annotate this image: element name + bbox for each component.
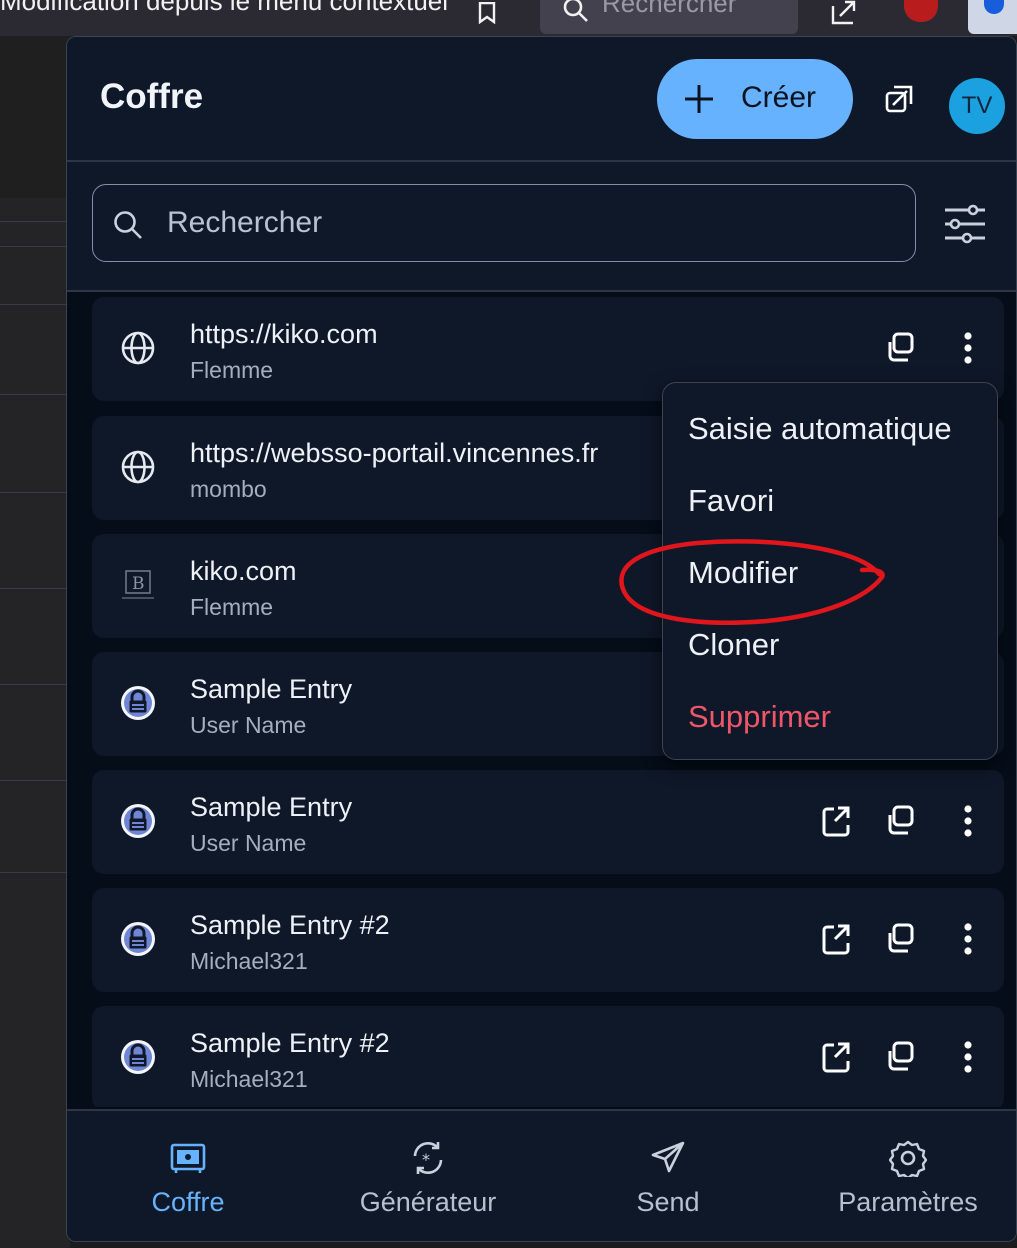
copy-icon[interactable]: [884, 330, 916, 366]
more-icon[interactable]: [952, 1039, 984, 1075]
item-subtitle: Flemme: [190, 594, 274, 620]
list-item[interactable]: Sample Entry #2 Michael321: [92, 1006, 1004, 1107]
item-title: Sample Entry #2: [190, 910, 390, 940]
tab-label: Send: [636, 1187, 700, 1217]
background-divider: [0, 684, 70, 685]
create-button[interactable]: Créer: [657, 59, 853, 139]
plus-icon: [685, 85, 713, 113]
vault-popup: Coffre Créer TV Rechercher https://kiko.…: [66, 36, 1017, 1242]
tab-send[interactable]: Send: [549, 1111, 787, 1241]
background-divider: [0, 492, 70, 493]
tab-label: Coffre: [151, 1187, 225, 1217]
browser-search-field[interactable]: Rechercher: [540, 0, 798, 34]
bookmark-icon[interactable]: [478, 2, 496, 24]
launch-icon[interactable]: [820, 921, 852, 957]
tab-label: Paramètres: [838, 1187, 978, 1217]
more-icon[interactable]: [952, 803, 984, 839]
extension-shield-icon[interactable]: [904, 0, 938, 22]
browser-toolbar: Modification depuis le menu contextuel R…: [0, 0, 1017, 36]
background-divider: [0, 246, 70, 247]
send-icon: [651, 1141, 685, 1173]
item-subtitle: Michael321: [190, 948, 308, 974]
item-subtitle: User Name: [190, 712, 307, 738]
generator-icon: *: [413, 1142, 443, 1174]
bottom-nav: Coffre * Générateur Send Paramètres: [67, 1109, 1016, 1241]
background-divider: [0, 221, 70, 222]
launch-icon[interactable]: [820, 1039, 852, 1075]
browser-search-placeholder: Rechercher: [602, 0, 737, 18]
menu-item-autofill[interactable]: Saisie automatique: [688, 411, 952, 447]
tab-settings[interactable]: Paramètres: [789, 1111, 1016, 1241]
gear-icon: [889, 1140, 927, 1177]
tab-label: Générateur: [359, 1187, 497, 1217]
background-divider: [0, 394, 70, 395]
site-favicon-icon: B: [122, 570, 154, 599]
list-item[interactable]: Sample Entry #2 Michael321: [92, 888, 1004, 992]
page-title: Coffre: [100, 77, 204, 116]
item-subtitle: mombo: [190, 476, 267, 502]
filter-icon[interactable]: [943, 204, 987, 244]
popout-icon[interactable]: [885, 85, 913, 113]
tab-generator[interactable]: * Générateur: [309, 1111, 547, 1241]
background-page-toolbar: [0, 36, 70, 198]
keepass-lock-icon: [121, 922, 155, 956]
search-bar: [67, 162, 1016, 292]
copy-icon[interactable]: [884, 1039, 916, 1075]
search-input[interactable]: [165, 199, 889, 247]
item-title: Sample Entry: [190, 674, 353, 704]
item-title: Sample Entry: [190, 792, 353, 822]
list-item[interactable]: Sample Entry User Name: [92, 770, 1004, 874]
keepass-lock-icon: [121, 1040, 155, 1074]
globe-icon: [121, 450, 155, 484]
share-icon[interactable]: [830, 0, 858, 26]
globe-icon: [121, 331, 155, 365]
item-subtitle: User Name: [190, 830, 307, 856]
more-icon[interactable]: [952, 921, 984, 957]
create-button-label: Créer: [741, 81, 817, 114]
item-title: https://kiko.com: [190, 319, 378, 349]
item-context-menu: Saisie automatique Favori Modifier Clone…: [662, 382, 998, 760]
browser-cut-text: Modification depuis le menu contextuel: [0, 0, 449, 16]
search-icon: [114, 211, 142, 239]
menu-item-delete[interactable]: Supprimer: [688, 699, 831, 735]
bitwarden-extension-icon[interactable]: [968, 0, 1017, 34]
copy-icon[interactable]: [884, 921, 916, 957]
copy-icon[interactable]: [884, 803, 916, 839]
svg-text:B: B: [132, 574, 145, 594]
search-icon: [563, 0, 588, 22]
background-divider: [0, 780, 70, 781]
launch-icon[interactable]: [820, 803, 852, 839]
item-title: Sample Entry #2: [190, 1028, 390, 1058]
item-subtitle: Michael321: [190, 1066, 308, 1092]
tab-vault[interactable]: Coffre: [69, 1111, 307, 1241]
menu-item-clone[interactable]: Cloner: [688, 627, 779, 663]
search-field[interactable]: [92, 184, 916, 262]
background-divider: [0, 872, 70, 873]
vault-icon: [170, 1143, 206, 1173]
item-title: https://websso-portail.vincennes.fr: [190, 438, 599, 468]
more-icon[interactable]: [952, 330, 984, 366]
svg-text:*: *: [422, 1150, 430, 1169]
avatar[interactable]: TV: [949, 78, 1005, 134]
background-divider: [0, 304, 70, 305]
menu-item-edit[interactable]: Modifier: [688, 555, 798, 591]
item-title: kiko.com: [190, 556, 297, 586]
menu-item-favorite[interactable]: Favori: [688, 483, 774, 519]
keepass-lock-icon: [121, 686, 155, 720]
background-page: [0, 36, 70, 1248]
popup-header: Coffre Créer TV: [67, 37, 1016, 162]
background-divider: [0, 588, 70, 589]
item-subtitle: Flemme: [190, 357, 274, 383]
keepass-lock-icon: [121, 804, 155, 838]
